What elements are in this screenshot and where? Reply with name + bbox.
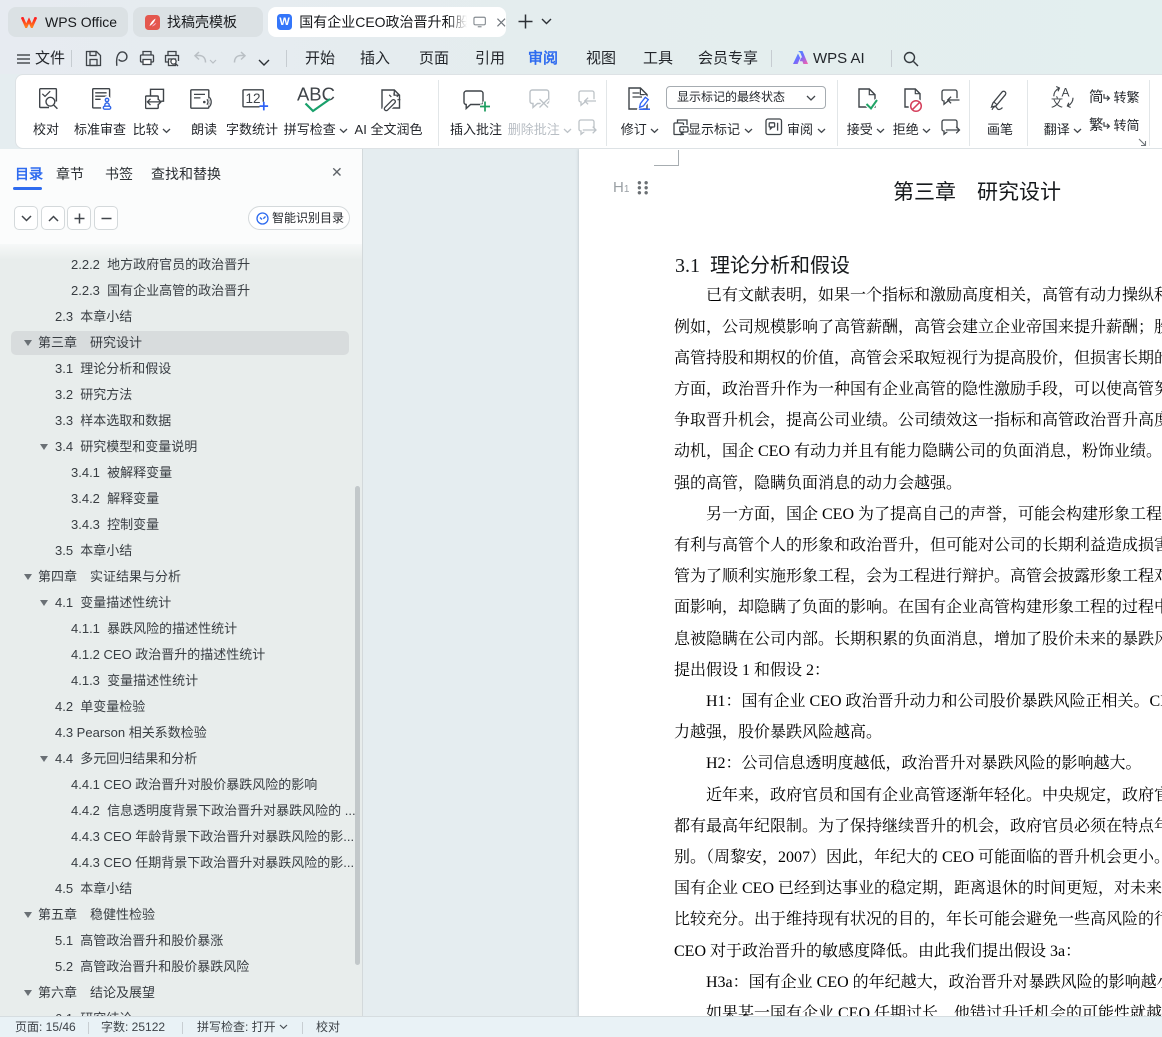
svg-text:12: 12 bbox=[245, 91, 260, 106]
svg-text:A: A bbox=[1062, 86, 1070, 100]
svg-text:ABC: ABC bbox=[297, 85, 335, 105]
